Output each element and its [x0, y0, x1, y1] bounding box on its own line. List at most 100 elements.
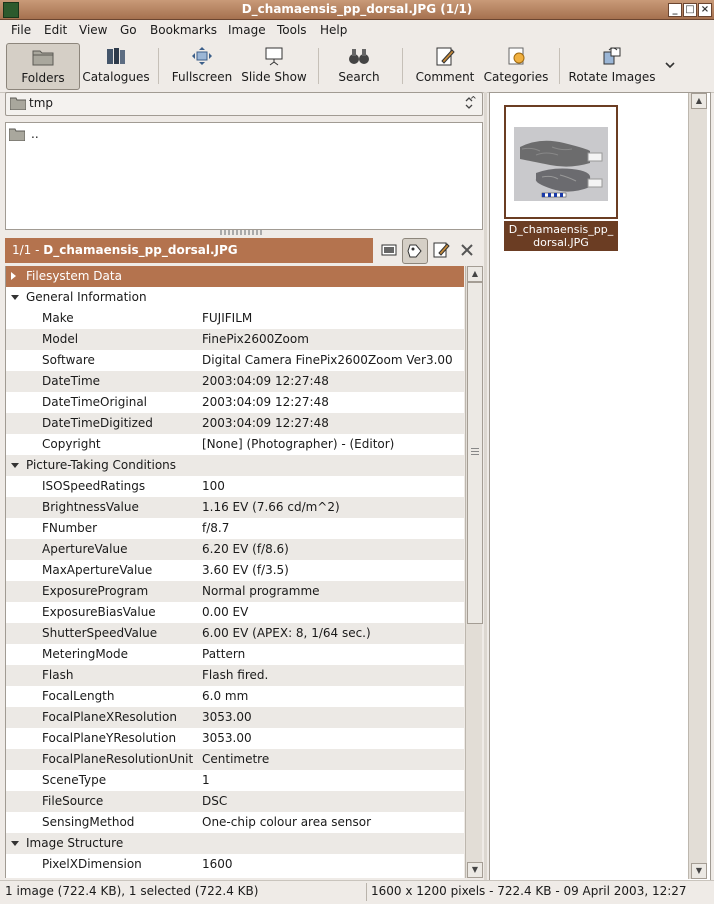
toolbar-separator — [158, 48, 159, 84]
folder-list[interactable]: .. — [5, 122, 483, 230]
table-row[interactable]: ShutterSpeedValue 6.00 EV (APEX: 8, 1/64 … — [6, 623, 464, 644]
table-row[interactable]: PixelXDimension 1600 — [6, 854, 464, 875]
properties-scrollbar[interactable]: ▲ ▼ — [465, 266, 483, 878]
expander-down-icon[interactable] — [11, 295, 19, 300]
table-row[interactable]: FocalPlaneResolutionUnit Centimetre — [6, 749, 464, 770]
property-key: SceneType — [42, 773, 107, 787]
section-filesystem-data[interactable]: Filesystem Data — [6, 266, 464, 287]
menu-go[interactable]: Go — [120, 23, 137, 37]
scrollbar-thumb[interactable] — [467, 282, 483, 624]
expander-down-icon[interactable] — [11, 841, 19, 846]
table-row[interactable]: ExposureProgram Normal programme — [6, 581, 464, 602]
table-row[interactable]: FNumber f/8.7 — [6, 518, 464, 539]
menu-bookmarks[interactable]: Bookmarks — [150, 23, 217, 37]
table-row[interactable]: Flash Flash fired. — [6, 665, 464, 686]
specimen-photo-icon — [514, 127, 608, 201]
table-row[interactable]: MaxApertureValue 3.60 EV (f/3.5) — [6, 560, 464, 581]
maximize-button[interactable]: □ — [683, 3, 697, 17]
fullscreen-button[interactable]: Fullscreen — [166, 43, 238, 88]
scroll-down-button[interactable]: ▼ — [467, 862, 483, 878]
folder-icon — [32, 50, 54, 66]
menu-view[interactable]: View — [79, 23, 107, 37]
comment-button[interactable]: Comment — [410, 43, 480, 88]
toolbar-separator — [318, 48, 319, 84]
thumbnail-item[interactable]: D_chamaensis_pp_dorsal.JPG — [504, 105, 618, 251]
property-key: PixelXDimension — [42, 857, 142, 871]
property-value: Centimetre — [202, 752, 270, 766]
expander-right-icon[interactable] — [11, 272, 16, 280]
menu-help[interactable]: Help — [320, 23, 347, 37]
catalogues-label: Catalogues — [82, 70, 150, 84]
pane-splitter[interactable] — [484, 92, 487, 880]
property-value: 100 — [202, 479, 225, 493]
menu-image[interactable]: Image — [228, 23, 266, 37]
table-row[interactable]: Copyright [None] (Photographer) - (Editor… — [6, 434, 464, 455]
properties-table[interactable]: Filesystem Data General Information Make… — [5, 266, 464, 878]
section-general-information[interactable]: General Information — [6, 287, 464, 308]
table-row[interactable]: BrightnessValue 1.16 EV (7.66 cd/m^2) — [6, 497, 464, 518]
status-divider — [366, 883, 367, 901]
property-value: 1600 — [202, 857, 233, 871]
property-key: ExposureBiasValue — [42, 605, 156, 619]
image-preview-button[interactable] — [377, 238, 401, 262]
table-row[interactable]: DateTimeOriginal 2003:04:09 12:27:48 — [6, 392, 464, 413]
table-row[interactable]: ApertureValue 6.20 EV (f/8.6) — [6, 539, 464, 560]
section-image-structure[interactable]: Image Structure — [6, 833, 464, 854]
table-row[interactable]: SensingMethod One-chip colour area sensor — [6, 812, 464, 833]
property-key: MeteringMode — [42, 647, 129, 661]
image-properties-button[interactable] — [402, 238, 428, 264]
table-row[interactable]: FocalLength 6.0 mm — [6, 686, 464, 707]
pane-resize-handle[interactable] — [220, 230, 264, 235]
slide-show-button[interactable]: Slide Show — [238, 43, 310, 88]
property-value: One-chip colour area sensor — [202, 815, 372, 829]
table-row[interactable]: ISOSpeedRatings 100 — [6, 476, 464, 497]
rotate-images-button[interactable]: Rotate Images — [566, 43, 658, 88]
property-value: 2003:04:09 12:27:48 — [202, 395, 329, 409]
scroll-down-button[interactable]: ▼ — [691, 863, 707, 879]
thumbnail-scrollbar[interactable]: ▲ ▼ — [688, 93, 707, 879]
table-row[interactable]: Model FinePix2600Zoom — [6, 329, 464, 350]
scroll-up-button[interactable]: ▲ — [691, 93, 707, 109]
section-picture-taking-conditions[interactable]: Picture-Taking Conditions — [6, 455, 464, 476]
table-row[interactable]: Make FUJIFILM — [6, 308, 464, 329]
close-panel-button[interactable] — [455, 238, 479, 262]
folders-button[interactable]: Folders — [6, 43, 80, 90]
scroll-up-button[interactable]: ▲ — [467, 266, 483, 282]
table-row[interactable]: ExposureBiasValue 0.00 EV — [6, 602, 464, 623]
chevron-down-icon[interactable] — [664, 60, 676, 70]
search-button[interactable]: Search — [324, 43, 394, 88]
catalogues-button[interactable]: Catalogues — [80, 43, 152, 88]
image-info-text: 1/1 - D_chamaensis_pp_dorsal.JPG — [12, 243, 238, 257]
property-key: FNumber — [42, 521, 98, 535]
toolbar-separator — [559, 48, 560, 84]
folder-selector[interactable]: tmp ⌃ — [5, 92, 483, 116]
table-row[interactable]: Software Digital Camera FinePix2600Zoom V… — [6, 350, 464, 371]
folder-icon — [9, 128, 25, 141]
comment-icon — [436, 47, 455, 66]
menu-tools[interactable]: Tools — [277, 23, 307, 37]
image-separator: - — [31, 243, 44, 257]
table-row[interactable]: SceneType 1 — [6, 770, 464, 791]
table-row[interactable]: MeteringMode Pattern — [6, 644, 464, 665]
table-row[interactable]: FocalPlaneYResolution 3053.00 — [6, 728, 464, 749]
edit-comment-button[interactable] — [429, 238, 453, 262]
expander-down-icon[interactable] — [11, 463, 19, 468]
thumbnail-pane[interactable]: D_chamaensis_pp_dorsal.JPG — [489, 92, 711, 882]
property-key: ExposureProgram — [42, 584, 149, 598]
menu-file[interactable]: File — [11, 23, 31, 37]
binoculars-icon — [349, 49, 369, 64]
menu-edit[interactable]: Edit — [44, 23, 67, 37]
table-row[interactable]: DateTimeDigitized 2003:04:09 12:27:48 — [6, 413, 464, 434]
property-key: BrightnessValue — [42, 500, 139, 514]
table-row[interactable]: FileSource DSC — [6, 791, 464, 812]
table-row[interactable]: DateTime 2003:04:09 12:27:48 — [6, 371, 464, 392]
thumbnail-image[interactable] — [504, 105, 618, 219]
categories-button[interactable]: Categories — [480, 43, 552, 88]
rotate-images-label: Rotate Images — [568, 70, 656, 84]
folder-selector-value: tmp — [29, 96, 54, 110]
toolbar-separator — [402, 48, 403, 84]
property-value: 3053.00 — [202, 731, 252, 745]
table-row[interactable]: FocalPlaneXResolution 3053.00 — [6, 707, 464, 728]
close-button[interactable]: × — [698, 3, 712, 17]
minimize-button[interactable]: _ — [668, 3, 682, 17]
